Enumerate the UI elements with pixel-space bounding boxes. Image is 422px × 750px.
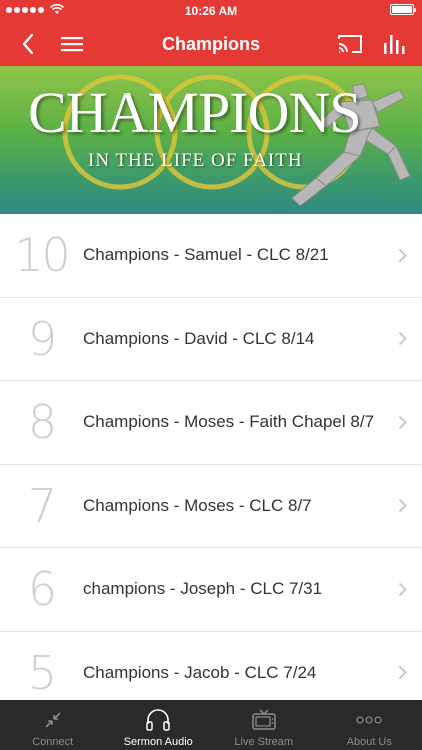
status-bar: 10:26 AM	[0, 0, 422, 22]
sermon-number: 6	[27, 562, 57, 617]
tab-label: Live Stream	[234, 736, 294, 748]
sermon-number: 10	[14, 228, 71, 283]
sermon-row-10[interactable]: 10 Champions - Samuel - CLC 8/21	[0, 214, 422, 298]
sermon-number: 9	[27, 311, 57, 366]
cast-icon[interactable]	[336, 30, 364, 58]
sermon-title: Champions - Moses - Faith Chapel 8/7	[83, 412, 375, 432]
chevron-right-icon	[382, 331, 422, 346]
sermon-row-6[interactable]: 6 champions - Joseph - CLC 7/31	[0, 548, 422, 632]
sermon-title: Champions - David - CLC 8/14	[83, 328, 315, 348]
sermon-number: 7	[27, 478, 57, 533]
chevron-right-icon	[382, 582, 422, 597]
sermon-row-9[interactable]: 9 Champions - David - CLC 8/14	[0, 298, 422, 381]
sermon-row-8[interactable]: 8 Champions - Moses - Faith Chapel 8/7	[0, 381, 422, 465]
sermon-title: Champions - Jacob - CLC 7/24	[83, 662, 317, 682]
sermon-title: champions - Joseph - CLC 7/31	[83, 579, 323, 599]
status-time: 10:26 AM	[184, 4, 238, 18]
sermon-number: 8	[27, 395, 57, 450]
sermon-title: Champions - Samuel - CLC 8/21	[83, 245, 329, 265]
headphones-icon	[145, 708, 171, 732]
tab-connect[interactable]: Connect	[0, 700, 106, 750]
tab-about-us[interactable]: About Us	[317, 700, 422, 750]
tab-label: Sermon Audio	[123, 736, 193, 748]
chevron-right-icon	[382, 665, 422, 680]
banner-subtitle: IN THE LIFE OF FAITH	[88, 150, 303, 171]
sermon-row-7[interactable]: 7 Champions - Moses - CLC 8/7	[0, 465, 422, 548]
stats-icon[interactable]	[380, 30, 408, 58]
more-icon	[356, 708, 382, 732]
tv-icon	[251, 708, 277, 732]
tab-live-stream[interactable]: Live Stream	[211, 700, 317, 750]
tab-label: Connect	[32, 736, 74, 748]
series-banner: CHAMPIONS IN THE LIFE OF FAITH	[0, 66, 422, 214]
chevron-right-icon	[382, 248, 422, 263]
sermon-row-5[interactable]: 5 Champions - Jacob - CLC 7/24	[0, 632, 422, 701]
tab-bar: Connect Sermon Audio Live Stream About U…	[0, 700, 422, 750]
tab-label: About Us	[346, 736, 392, 748]
chevron-right-icon	[382, 498, 422, 513]
battery-icon	[390, 4, 416, 15]
chevron-right-icon	[382, 415, 422, 430]
sermon-list: 10 Champions - Samuel - CLC 8/21 9 Champ…	[0, 214, 422, 700]
tab-sermon-audio[interactable]: Sermon Audio	[106, 700, 212, 750]
sermon-number: 5	[27, 645, 57, 700]
banner-title: CHAMPIONS	[28, 80, 362, 145]
connect-icon	[43, 708, 63, 732]
sermon-title: Champions - Moses - CLC 8/7	[83, 495, 312, 515]
navigation-bar: Champions	[0, 22, 422, 66]
